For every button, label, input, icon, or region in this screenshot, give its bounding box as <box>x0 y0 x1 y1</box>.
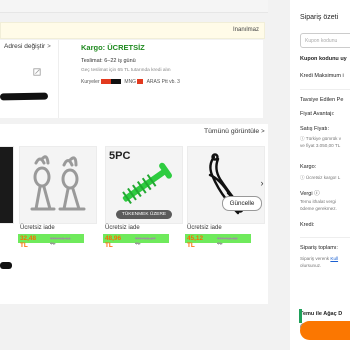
divider <box>300 237 350 238</box>
pack-badge: 5PC <box>109 150 131 162</box>
change-address-link[interactable]: Adresi değiştir > <box>4 43 51 50</box>
shipping-label: Kargo: <box>300 164 317 170</box>
price-advantage-label: Fiyat Avantajı: <box>300 111 335 117</box>
chevron-right-icon: > <box>47 44 51 50</box>
divider <box>300 89 350 90</box>
shipping-card: Adresi değiştir > Kargo: ÜCRETSİZ Teslima… <box>0 40 263 118</box>
shipping-title: Kargo: ÜCRETSİZ <box>81 43 145 52</box>
terms-note: olursunuz. <box>300 263 322 268</box>
coupon-label: Kupon kodunu uy <box>300 56 347 62</box>
price: 48,96 TL <box>105 235 121 249</box>
redacted-text <box>0 262 12 269</box>
credit-total-label: Kredi: <box>300 222 315 228</box>
product-image-rabbit-hooks[interactable] <box>19 146 97 224</box>
courier-mng: MNG <box>124 79 137 85</box>
free-return-label: Ücretsiz iade <box>105 225 140 231</box>
tax-label: Vergi ⓘ <box>300 189 320 197</box>
original-price: TRY96,27 TL <box>135 236 156 246</box>
courier-logo <box>101 79 122 85</box>
courier-more: vb. 3 <box>169 79 180 85</box>
courier-list: Kuryeler MNG ARAS Ptt vb. 3 <box>81 79 180 85</box>
recommended-label: Tavsiye Edilen Pe <box>300 97 344 103</box>
delivery-time: Teslimat: 6–22 iş günü <box>81 58 136 64</box>
product-image-straps[interactable] <box>187 146 265 224</box>
tree-section-accent <box>299 309 302 323</box>
place-order-button[interactable] <box>300 321 350 340</box>
late-delivery-note: Geç teslimat için 65 TL tutarında kredi … <box>81 68 171 73</box>
strap-picture <box>208 153 244 215</box>
change-address-label: Adresi değiştir <box>4 43 46 50</box>
view-all-label: Tümünü görüntüle <box>204 128 260 135</box>
tax-text: Vergi <box>300 191 313 197</box>
courier-ptt: Ptt <box>161 79 168 85</box>
info-icon[interactable]: ⓘ <box>314 191 320 197</box>
original-price: TRY98,54 TL <box>50 236 71 246</box>
divider <box>58 40 59 118</box>
almost-sold-out-badge: TÜKENMEK ÜZERE <box>116 210 172 219</box>
free-return-label: Ücretsiz iade <box>20 225 55 231</box>
terms-text: Sipariş verenk <box>300 256 331 261</box>
courier-aras: ARAS <box>146 79 161 85</box>
order-summary-panel: Sipariş özeti Kupon kodunu Kupon kodunu … <box>290 0 350 350</box>
view-all-link[interactable]: Tümünü görüntüle > <box>204 128 265 135</box>
price: 32,48 TL <box>20 235 36 249</box>
tax-note: ödeme gerekmez. <box>300 206 337 211</box>
chevron-right-icon: › <box>260 178 264 188</box>
tax-note: Temu ithalat vergi <box>300 199 337 204</box>
chevron-right-icon: > <box>261 129 265 135</box>
update-button[interactable]: Güncelle <box>222 196 262 211</box>
terms-note: Sipariş verenk Kull <box>300 256 338 261</box>
free-return-label: Ücretsiz iade <box>187 225 222 231</box>
checkout-notice: Inanılmaz <box>0 22 265 39</box>
sale-price-note: ⓘ Türkiye gümrük v <box>300 136 342 141</box>
courier-label: Kuryeler <box>81 79 100 85</box>
edit-icon[interactable] <box>33 68 41 76</box>
tree-planting-title: Temu ile Ağaç D <box>300 311 343 317</box>
next-products-button[interactable]: › <box>257 176 267 190</box>
redacted-address <box>0 92 49 101</box>
products-card: Tümünü görüntüle > 5PC TÜKENMEK ÜZERE › … <box>0 124 268 304</box>
product-image-stakes[interactable]: 5PC TÜKENMEK ÜZERE <box>105 146 183 224</box>
coupon-input[interactable]: Kupon kodunu <box>300 33 350 48</box>
product-image-partial[interactable] <box>0 146 14 224</box>
rabbit-hooks-picture <box>30 155 86 211</box>
top-strip <box>0 0 268 13</box>
summary-title: Sipariş özeti <box>300 14 339 21</box>
original-price: TRY62,02 TL <box>217 236 238 246</box>
sale-price-note: ve fiyat 3.050,00 TL <box>300 143 341 148</box>
sale-price-label: Satış Fiyatı: <box>300 126 330 132</box>
order-total-label: Sipariş toplamı: <box>300 245 338 251</box>
credit-line: Kredi Maksimum i <box>300 73 344 79</box>
notice-text: Inanılmaz <box>233 27 260 33</box>
courier-logo <box>137 79 144 85</box>
shipping-note: ⓘ Ücretsiz kargo! L <box>300 175 341 180</box>
price: 45,12 TL <box>187 235 203 249</box>
terms-link[interactable]: Kull <box>330 256 338 261</box>
